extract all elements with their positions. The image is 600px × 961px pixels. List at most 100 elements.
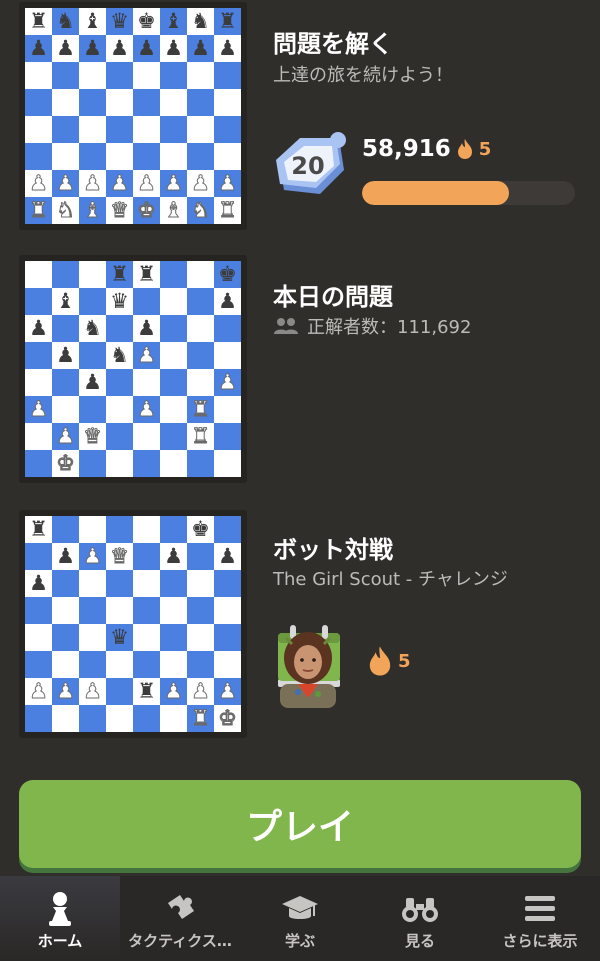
board-square: ♟ — [187, 678, 214, 705]
board-square — [187, 89, 214, 116]
black-pawn-icon: ♟ — [137, 316, 156, 340]
board-square — [52, 516, 79, 543]
white-knight-icon: ♞ — [56, 198, 76, 222]
board-square: ♟ — [79, 170, 106, 197]
board-square: ♞ — [79, 315, 106, 342]
board-square — [133, 423, 160, 450]
board-square: ♟ — [52, 678, 79, 705]
daily-puzzle-card[interactable]: ♜ ♜ ♚ ♝ ♛ ♟ ♟ ♞ ♟ ♟ ♞ ♟ ♟ ♟ ♟ ♟ ♜ ♟ ♛ ♜ ♚ 本日の問題 正解者数：111,692… — [0, 253, 600, 687]
board-square: ♟ — [160, 35, 187, 62]
board-square — [160, 450, 187, 477]
board-square — [25, 705, 52, 732]
tab-tactics[interactable]: タクティクス… — [120, 876, 240, 961]
puzzles-board-thumbnail[interactable]: ♜ ♞ ♝ ♛ ♚ ♝ ♞ ♜ ♟ ♟ ♟ ♟ ♟ ♟ ♟ ♟ ♟ ♟ ♟ ♟ ♟ ♟ ♟ ♟ ♜ ♞ ♝ ♛ ♚ ♝ ♞ ♜ — [19, 2, 247, 230]
white-knight-icon: ♞ — [191, 198, 211, 222]
board-square — [79, 288, 106, 315]
board-square: ♚ — [133, 197, 160, 224]
board-square: ♝ — [160, 197, 187, 224]
black-knight-icon: ♞ — [56, 9, 75, 33]
board-square: ♞ — [187, 8, 214, 35]
board-square — [214, 396, 241, 423]
board-square — [214, 315, 241, 342]
bot-subtitle: The Girl Scout - チャレンジ — [273, 569, 508, 590]
board-square — [133, 570, 160, 597]
white-rook-icon: ♜ — [191, 424, 211, 448]
board-square: ♟ — [214, 678, 241, 705]
black-rook-icon: ♜ — [29, 9, 48, 33]
board-square — [106, 315, 133, 342]
board-square — [52, 624, 79, 651]
play-button[interactable]: プレイ — [19, 780, 581, 868]
board-square — [25, 288, 52, 315]
white-queen-icon: ♛ — [110, 198, 130, 222]
board-square — [79, 570, 106, 597]
black-pawn-icon: ♟ — [218, 36, 237, 60]
daily-title: 本日の問題 — [273, 283, 393, 311]
bot-avatar — [280, 632, 336, 708]
board-square: ♜ — [133, 261, 160, 288]
white-pawn-icon: ♟ — [110, 171, 130, 195]
board-square — [187, 543, 214, 570]
black-rook-icon: ♜ — [218, 9, 237, 33]
white-pawn-icon: ♟ — [164, 679, 184, 703]
tab-learn[interactable]: 学ぶ — [240, 876, 360, 961]
white-king-icon: ♚ — [56, 451, 76, 475]
board-square — [79, 597, 106, 624]
board-square — [133, 62, 160, 89]
black-rook-icon: ♜ — [29, 517, 48, 541]
board-square — [25, 89, 52, 116]
black-bishop-icon: ♝ — [83, 9, 102, 33]
board-square — [79, 261, 106, 288]
board-square: ♜ — [25, 197, 52, 224]
board-square: ♜ — [214, 8, 241, 35]
board-square — [106, 705, 133, 732]
board-square — [160, 62, 187, 89]
board-square — [106, 678, 133, 705]
board-square — [133, 543, 160, 570]
board-square — [160, 651, 187, 678]
board-square — [25, 369, 52, 396]
board-square — [25, 423, 52, 450]
board-square — [160, 261, 187, 288]
white-pawn-icon: ♟ — [191, 679, 211, 703]
board-square: ♟ — [214, 170, 241, 197]
tab-label: タクティクス… — [128, 932, 232, 950]
white-rook-icon: ♜ — [218, 198, 238, 222]
board-square — [214, 143, 241, 170]
white-pawn-icon: ♟ — [56, 171, 76, 195]
black-pawn-icon: ♟ — [218, 289, 237, 313]
board-square: ♜ — [187, 396, 214, 423]
tab-more[interactable]: さらに表示 — [480, 876, 600, 961]
puzzles-card[interactable]: ♜ ♞ ♝ ♛ ♚ ♝ ♞ ♜ ♟ ♟ ♟ ♟ ♟ ♟ ♟ ♟ ♟ ♟ ♟ ♟ ♟ ♟ ♟ ♟ ♜ ♞ ♝ ♛ ♚ ♝ ♞ ♜ 問題を解く 上… — [0, 0, 600, 230]
board-square — [133, 369, 160, 396]
board-square: ♟ — [52, 543, 79, 570]
white-pawn-icon: ♟ — [191, 171, 211, 195]
black-bishop-icon: ♝ — [164, 9, 183, 33]
white-king-icon: ♚ — [137, 198, 157, 222]
tab-watch[interactable]: 見る — [360, 876, 480, 961]
board-square: ♝ — [79, 197, 106, 224]
board-square — [214, 570, 241, 597]
board-square — [25, 342, 52, 369]
board-square — [106, 516, 133, 543]
board-square: ♟ — [79, 543, 106, 570]
chess-board: ♜ ♚ ♟ ♟ ♛ ♟ ♟ ♟ ♛ ♟ ♟ ♟ ♜ ♟ ♟ ♟ ♜ ♚ — [25, 516, 241, 732]
board-square — [52, 261, 79, 288]
people-icon — [274, 318, 298, 334]
board-square — [187, 450, 214, 477]
white-pawn-icon: ♟ — [218, 171, 238, 195]
board-square — [52, 651, 79, 678]
board-square — [106, 369, 133, 396]
board-square: ♜ — [187, 705, 214, 732]
daily-board-thumbnail[interactable]: ♜ ♜ ♚ ♝ ♛ ♟ ♟ ♞ ♟ ♟ ♞ ♟ ♟ ♟ ♟ ♟ ♜ ♟ ♛ ♜ ♚ — [19, 255, 247, 483]
tab-home[interactable]: ホーム — [0, 876, 120, 961]
board-square — [79, 705, 106, 732]
white-pawn-icon: ♟ — [218, 679, 238, 703]
white-pawn-icon: ♟ — [137, 397, 157, 421]
bot-board-thumbnail[interactable]: ♜ ♚ ♟ ♟ ♛ ♟ ♟ ♟ ♛ ♟ ♟ ♟ ♜ ♟ ♟ ♟ ♜ ♚ — [19, 510, 247, 738]
board-square: ♟ — [214, 369, 241, 396]
board-square — [187, 288, 214, 315]
board-square: ♜ — [106, 261, 133, 288]
chess-board: ♜ ♞ ♝ ♛ ♚ ♝ ♞ ♜ ♟ ♟ ♟ ♟ ♟ ♟ ♟ ♟ ♟ ♟ ♟ ♟ ♟ ♟ ♟ ♟ ♜ ♞ ♝ ♛ ♚ ♝ ♞ ♜ — [25, 8, 241, 224]
white-pawn-icon: ♟ — [83, 171, 103, 195]
